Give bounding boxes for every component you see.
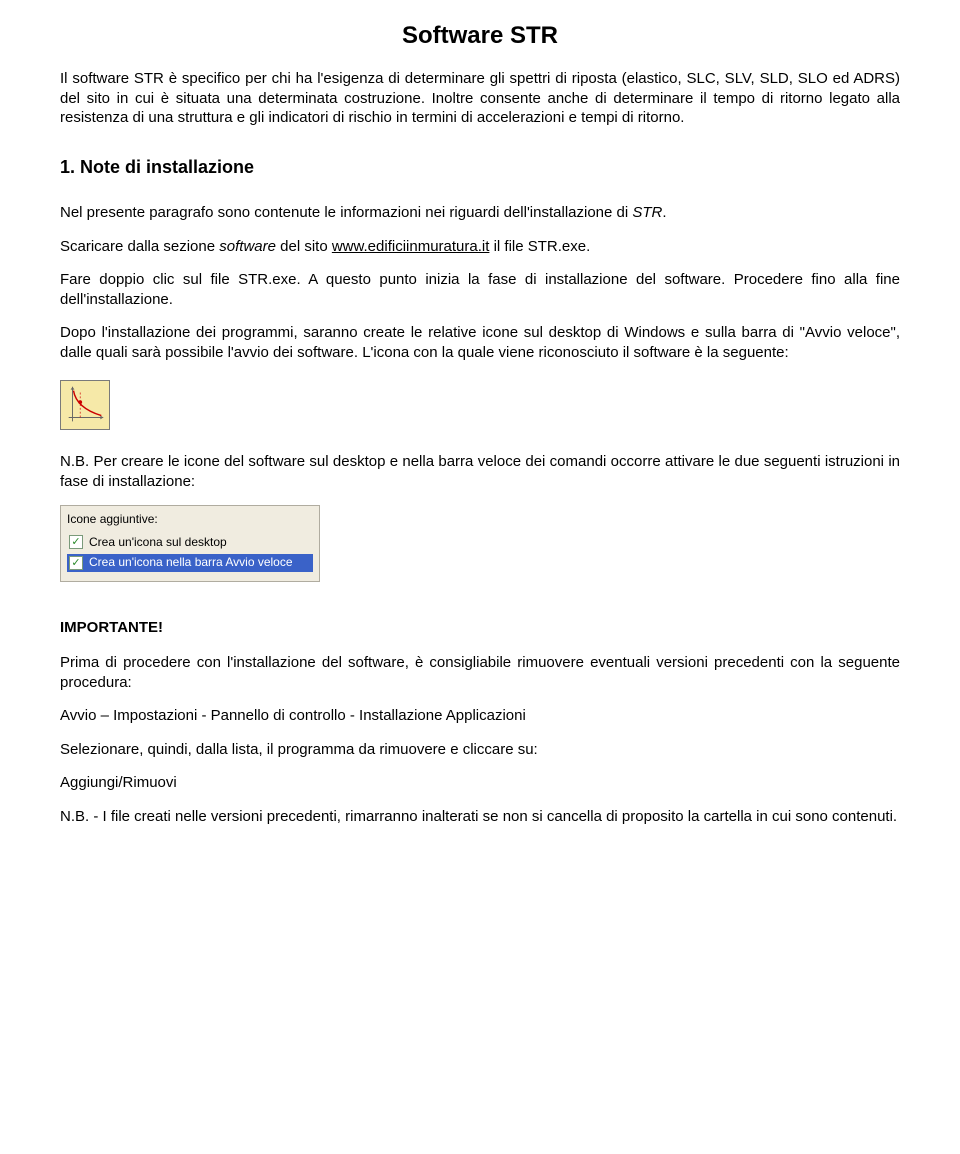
install-paragraph-1: Nel presente paragrafo sono contenute le… bbox=[60, 203, 900, 223]
checkbox-row-quicklaunch[interactable]: ✓ Crea un'icona nella barra Avvio veloce bbox=[67, 554, 313, 572]
install-paragraph-3: Fare doppio clic sul file STR.exe. A que… bbox=[60, 270, 900, 309]
software-icon bbox=[60, 380, 110, 430]
install-paragraph-5: N.B. Per creare le icone del software su… bbox=[60, 452, 900, 491]
site-link: www.edificiinmuratura.it bbox=[332, 238, 490, 255]
section-heading: 1. Note di installazione bbox=[60, 156, 900, 179]
text: . bbox=[662, 204, 666, 221]
text: del sito bbox=[276, 238, 332, 255]
text-italic: software bbox=[219, 238, 276, 255]
text: Nel presente paragrafo sono contenute le… bbox=[60, 204, 632, 221]
software-name: STR bbox=[632, 204, 662, 221]
uninstall-path: Avvio – Impostazioni - Pannello di contr… bbox=[60, 706, 900, 726]
install-paragraph-4: Dopo l'installazione dei programmi, sara… bbox=[60, 323, 900, 362]
chart-icon bbox=[61, 381, 109, 429]
install-paragraph-2: Scaricare dalla sezione software del sit… bbox=[60, 237, 900, 257]
checkbox-icon[interactable]: ✓ bbox=[69, 556, 83, 570]
add-remove-label: Aggiungi/Rimuovi bbox=[60, 773, 900, 793]
text: Scaricare dalla sezione bbox=[60, 238, 219, 255]
installer-options-panel: Icone aggiuntive: ✓ Crea un'icona sul de… bbox=[60, 505, 320, 582]
checkbox-label: Crea un'icona nella barra Avvio veloce bbox=[89, 555, 293, 571]
note-paragraph: N.B. - I file creati nelle versioni prec… bbox=[60, 807, 900, 827]
important-paragraph-1: Prima di procedere con l'installazione d… bbox=[60, 653, 900, 692]
checkbox-label: Crea un'icona sul desktop bbox=[89, 535, 227, 551]
checkbox-icon[interactable]: ✓ bbox=[69, 535, 83, 549]
important-heading: IMPORTANTE! bbox=[60, 618, 900, 638]
important-paragraph-2: Selezionare, quindi, dalla lista, il pro… bbox=[60, 740, 900, 760]
intro-paragraph: Il software STR è specifico per chi ha l… bbox=[60, 69, 900, 128]
page-title: Software STR bbox=[60, 20, 900, 51]
installer-label: Icone aggiuntive: bbox=[67, 512, 313, 528]
checkbox-row-desktop[interactable]: ✓ Crea un'icona sul desktop bbox=[67, 534, 313, 552]
text: il file STR.exe. bbox=[489, 238, 590, 255]
